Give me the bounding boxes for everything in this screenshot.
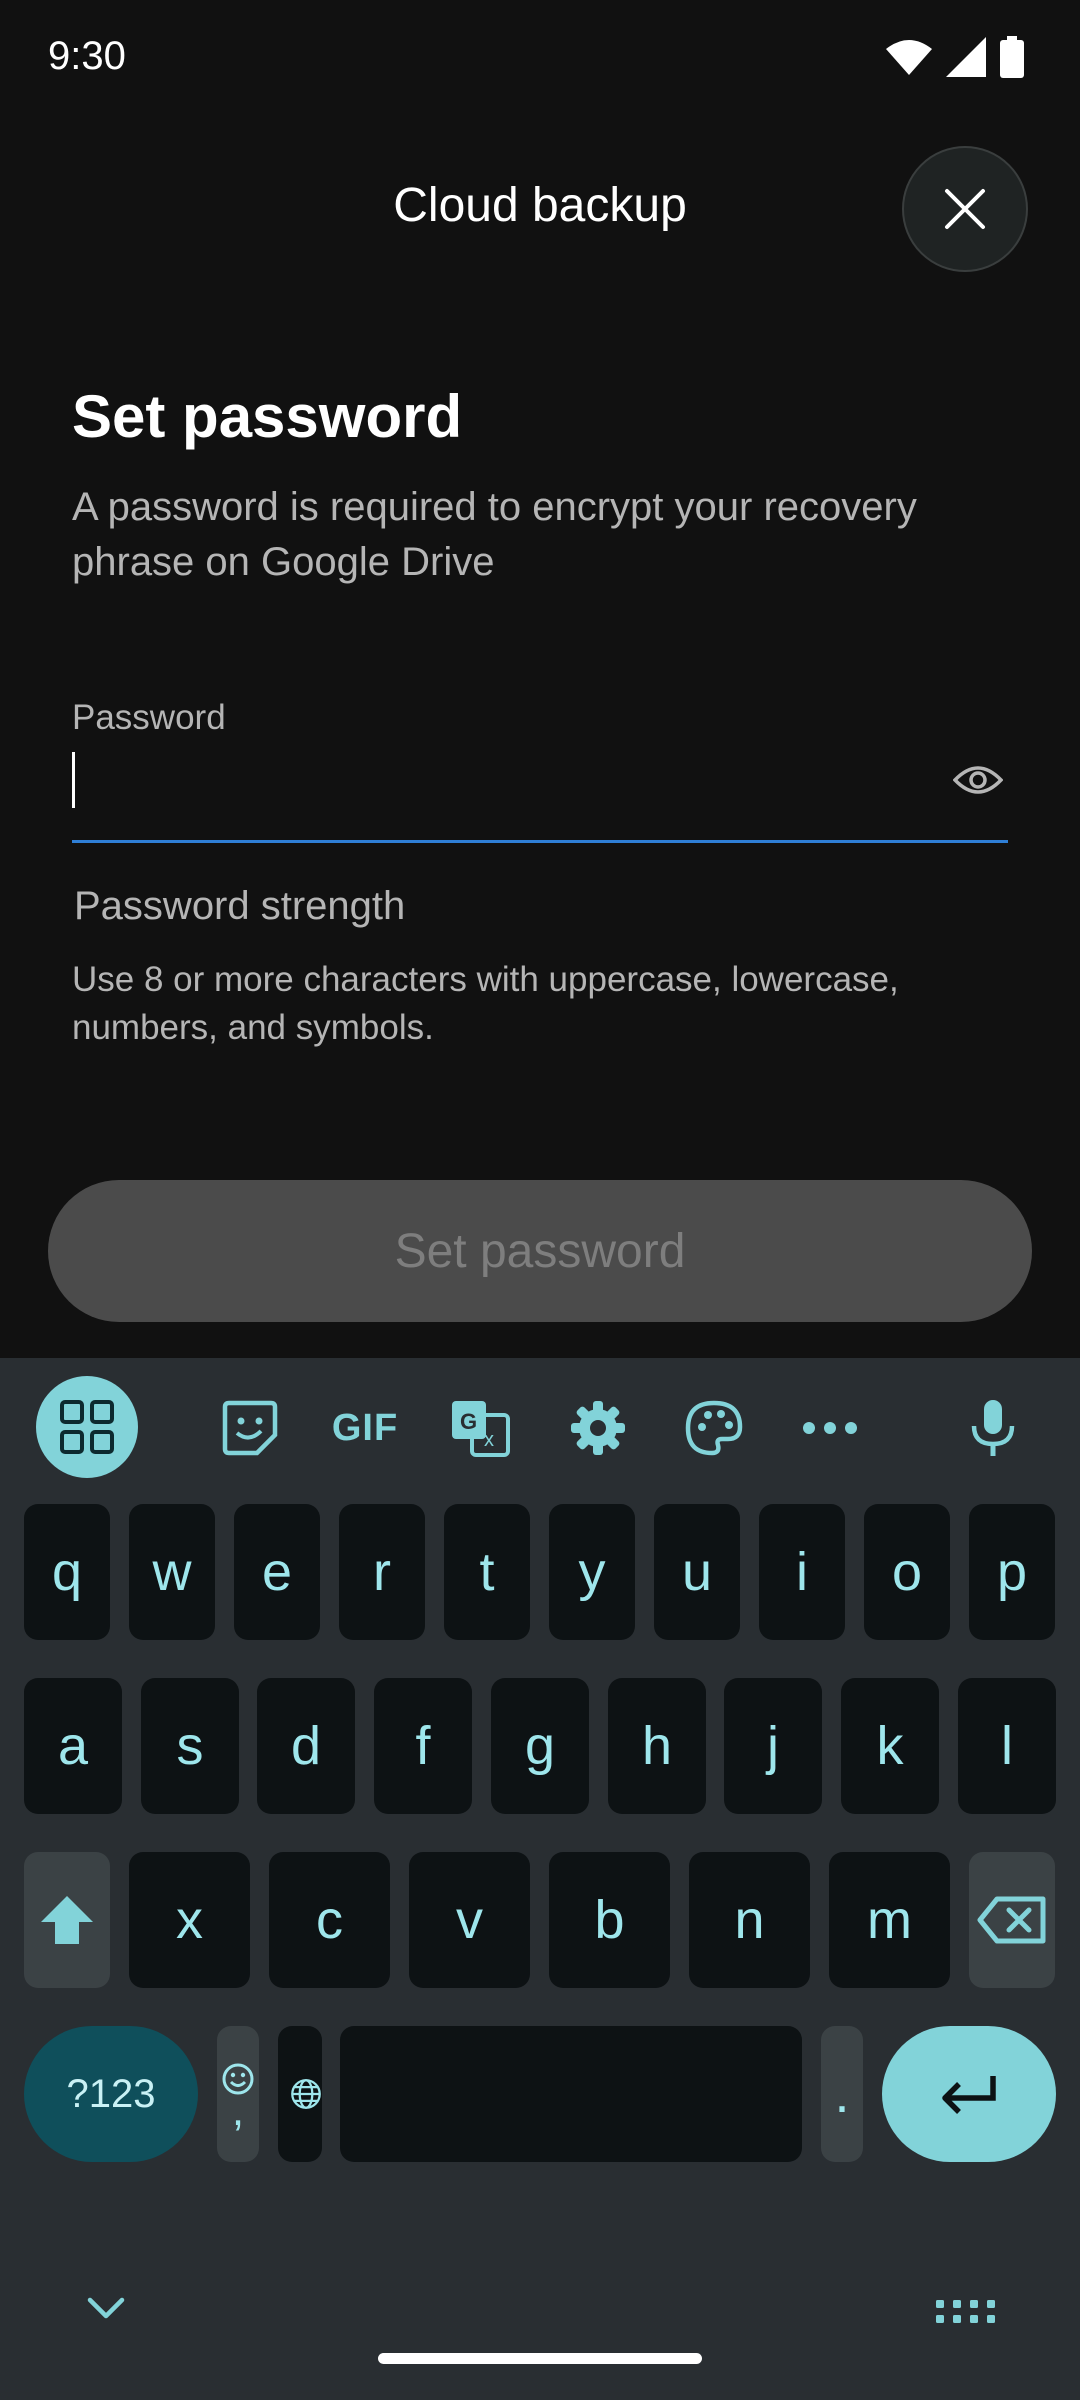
enter-key[interactable] bbox=[882, 2026, 1056, 2162]
mic-icon bbox=[971, 1400, 1015, 1456]
key-r[interactable]: r bbox=[339, 1504, 425, 1640]
key-j[interactable]: j bbox=[724, 1678, 822, 1814]
translate-icon: G x bbox=[452, 1401, 510, 1457]
apps-grid-icon bbox=[60, 1400, 114, 1454]
password-label: Password bbox=[72, 698, 226, 737]
close-icon bbox=[945, 189, 985, 229]
key-o[interactable]: o bbox=[864, 1504, 950, 1640]
settings-button[interactable] bbox=[558, 1378, 638, 1478]
backspace-icon bbox=[977, 1896, 1046, 1944]
key-v[interactable]: v bbox=[409, 1852, 530, 1988]
more-icon bbox=[803, 1422, 857, 1434]
gear-icon bbox=[571, 1401, 625, 1455]
key-u[interactable]: u bbox=[654, 1504, 740, 1640]
sticker-icon bbox=[222, 1400, 278, 1456]
key-i[interactable]: i bbox=[759, 1504, 845, 1640]
palette-icon bbox=[685, 1400, 743, 1456]
key-n[interactable]: n bbox=[689, 1852, 810, 1988]
gif-button[interactable]: GIF bbox=[322, 1378, 408, 1478]
key-f[interactable]: f bbox=[374, 1678, 472, 1814]
more-button[interactable] bbox=[790, 1378, 870, 1478]
key-l[interactable]: l bbox=[958, 1678, 1056, 1814]
space-key[interactable] bbox=[340, 2026, 802, 2162]
key-s[interactable]: s bbox=[141, 1678, 239, 1814]
enter-icon bbox=[942, 2076, 996, 2114]
key-x[interactable]: x bbox=[129, 1852, 250, 1988]
key-g[interactable]: g bbox=[491, 1678, 589, 1814]
backspace-key[interactable] bbox=[969, 1852, 1055, 1988]
status-time: 9:30 bbox=[48, 34, 126, 78]
password-strength-label: Password strength bbox=[74, 884, 406, 928]
keyboard-switch-icon[interactable] bbox=[936, 2300, 996, 2324]
password-hint: Use 8 or more characters with uppercase,… bbox=[72, 960, 899, 1047]
key-h[interactable]: h bbox=[608, 1678, 706, 1814]
period-key[interactable]: . bbox=[821, 2026, 863, 2162]
close-button[interactable] bbox=[902, 146, 1028, 272]
key-m[interactable]: m bbox=[829, 1852, 950, 1988]
keyboard-apps-button[interactable] bbox=[36, 1376, 138, 1478]
show-password-button[interactable] bbox=[944, 750, 1012, 810]
symbols-key[interactable]: ?123 bbox=[24, 2026, 198, 2162]
home-indicator[interactable] bbox=[378, 2353, 702, 2364]
password-input[interactable] bbox=[72, 748, 932, 810]
comma-key[interactable]: , bbox=[217, 2026, 259, 2162]
wifi-icon bbox=[886, 40, 932, 75]
key-w[interactable]: w bbox=[129, 1504, 215, 1640]
globe-icon bbox=[291, 2079, 321, 2109]
svg-text:G: G bbox=[460, 1409, 477, 1434]
key-y[interactable]: y bbox=[549, 1504, 635, 1640]
gif-label: GIF bbox=[331, 1406, 399, 1449]
battery-icon bbox=[1000, 36, 1024, 78]
key-q[interactable]: q bbox=[24, 1504, 110, 1640]
language-key[interactable] bbox=[278, 2026, 322, 2162]
text-cursor bbox=[72, 752, 75, 808]
sticker-button[interactable] bbox=[210, 1378, 290, 1478]
key-p[interactable]: p bbox=[969, 1504, 1055, 1640]
set-password-button[interactable]: Set password bbox=[48, 1180, 1032, 1322]
status-icons bbox=[886, 36, 1024, 78]
key-k[interactable]: k bbox=[841, 1678, 939, 1814]
comma-label: , bbox=[231, 2086, 245, 2135]
key-d[interactable]: d bbox=[257, 1678, 355, 1814]
translate-button[interactable]: G x bbox=[440, 1378, 520, 1478]
svg-text:x: x bbox=[484, 1429, 494, 1451]
password-underline bbox=[72, 840, 1008, 843]
shift-key[interactable] bbox=[24, 1852, 110, 1988]
eye-icon bbox=[953, 766, 1003, 794]
signal-icon bbox=[946, 37, 986, 77]
key-c[interactable]: c bbox=[269, 1852, 390, 1988]
key-t[interactable]: t bbox=[444, 1504, 530, 1640]
status-bar: 9:30 bbox=[0, 0, 1080, 120]
shift-icon bbox=[41, 1896, 93, 1944]
section-subtitle: A password is required to encrypt your r… bbox=[72, 485, 917, 584]
key-e[interactable]: e bbox=[234, 1504, 320, 1640]
section-heading: Set password bbox=[72, 383, 463, 450]
chevron-down-icon[interactable] bbox=[86, 2296, 126, 2320]
key-a[interactable]: a bbox=[24, 1678, 122, 1814]
voice-input-button[interactable] bbox=[958, 1378, 1028, 1478]
theme-button[interactable] bbox=[674, 1378, 754, 1478]
key-b[interactable]: b bbox=[549, 1852, 670, 1988]
